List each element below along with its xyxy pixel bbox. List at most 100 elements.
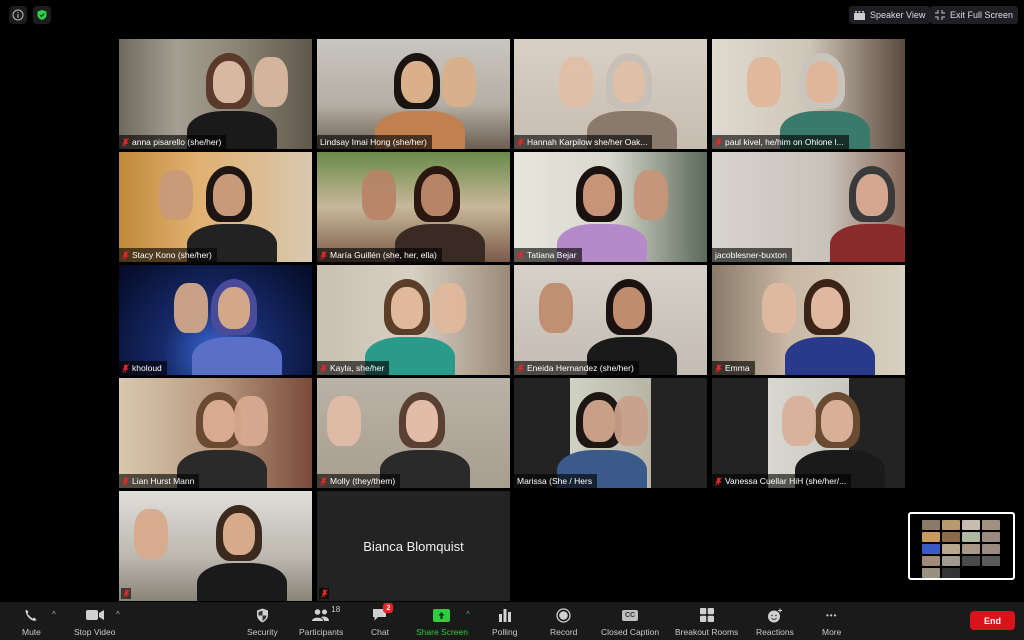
participant-name-label: paul kivel, he/him on Ohlone l... <box>712 135 849 149</box>
waving-hand <box>432 283 466 333</box>
muted-mic-icon <box>715 476 722 486</box>
participant-name: María Guillén (she, her, ella) <box>330 250 437 260</box>
waving-hand <box>762 283 796 333</box>
waving-hand <box>614 396 648 446</box>
more-button[interactable]: ••• More <box>822 606 841 638</box>
waving-hand <box>747 57 781 107</box>
participant-name: Molly (they/them) <box>330 476 396 486</box>
meeting-minimap-thumbnail[interactable] <box>908 512 1015 580</box>
reactions-button[interactable]: Reactions <box>756 606 794 637</box>
minimap-cell <box>922 556 940 566</box>
participant-name-label: Vanessa Cuellar HiH (she/her/... <box>712 474 852 488</box>
waving-hand <box>159 170 193 220</box>
participant-face <box>856 174 888 216</box>
chat-unread-badge: 2 <box>383 603 394 613</box>
muted-mic-icon <box>320 476 327 486</box>
speaker-view-button[interactable]: Speaker View <box>849 6 931 24</box>
encryption-shield-button[interactable] <box>33 6 51 24</box>
participant-name-label: Kayla, she/her <box>317 361 390 375</box>
muted-mic-icon <box>517 363 524 373</box>
participant-tile[interactable]: Eneida Hernandez (she/her) <box>514 265 707 375</box>
participants-label: Participants <box>299 627 344 637</box>
participant-tile[interactable] <box>119 491 312 601</box>
participant-face <box>583 400 615 442</box>
participant-face <box>401 61 433 103</box>
participant-video <box>514 378 707 488</box>
closed-caption-button[interactable]: CC Closed Caption <box>601 606 659 637</box>
participant-tile[interactable]: Molly (they/them) <box>317 378 510 488</box>
stop-video-button[interactable]: Stop Video <box>74 606 115 637</box>
participant-video <box>514 39 707 149</box>
participants-button[interactable]: 18 Participants <box>299 605 344 637</box>
participant-name: kholoud <box>132 363 162 373</box>
muted-mic-icon <box>320 363 327 373</box>
participant-name: Hannah Karpilow she/her Oak... <box>527 137 648 147</box>
waving-hand <box>442 57 476 107</box>
participant-tile[interactable]: Emma <box>712 265 905 375</box>
participant-tile[interactable]: Hannah Karpilow she/her Oak... <box>514 39 707 149</box>
participant-tile[interactable]: Marissa (She / Hers <box>514 378 707 488</box>
speaker-view-label: Speaker View <box>870 10 926 20</box>
participant-tile[interactable]: paul kivel, he/him on Ohlone l... <box>712 39 905 149</box>
participant-name: Stacy Kono (she/her) <box>132 250 212 260</box>
participant-face <box>391 287 423 329</box>
participant-video <box>119 39 312 149</box>
participant-name: Emma <box>725 363 750 373</box>
meeting-info-button[interactable] <box>9 6 27 24</box>
participant-name-label: Tatiana Bejar <box>514 248 582 262</box>
speaker-view-icon <box>854 10 865 20</box>
phone-audio-icon <box>26 609 37 621</box>
waving-hand <box>539 283 573 333</box>
participant-tile[interactable]: Vanessa Cuellar HiH (she/her/... <box>712 378 905 488</box>
participant-video <box>119 265 312 375</box>
participant-name: anna pisarello (she/her) <box>132 137 222 147</box>
waving-hand <box>134 509 168 559</box>
participant-name-label: Hannah Karpilow she/her Oak... <box>514 135 653 149</box>
participant-tile[interactable]: Tatiana Bejar <box>514 152 707 262</box>
participant-name-label: María Guillén (she, her, ella) <box>317 248 442 262</box>
participant-tile[interactable]: Stacy Kono (she/her) <box>119 152 312 262</box>
participant-name-label: Eneida Hernandez (she/her) <box>514 361 639 375</box>
participant-tile[interactable]: Lindsay Imai Hong (she/her) <box>317 39 510 149</box>
participant-name: Lindsay Imai Hong (she/her) <box>320 137 427 147</box>
share-options-caret[interactable]: ^ <box>466 610 470 619</box>
participant-tile[interactable]: jacoblesner-buxton <box>712 152 905 262</box>
closed-caption-icon: CC <box>622 609 639 621</box>
participant-video <box>712 378 905 488</box>
video-options-caret[interactable]: ^ <box>116 610 120 619</box>
end-meeting-button[interactable]: End <box>970 611 1015 630</box>
minimap-cell <box>922 532 940 542</box>
participant-body <box>785 337 875 375</box>
participant-tile[interactable]: Kayla, she/her <box>317 265 510 375</box>
security-label: Security <box>247 627 278 637</box>
exit-full-screen-button[interactable]: Exit Full Screen <box>930 6 1019 24</box>
muted-mic-icon <box>517 137 524 147</box>
muted-mic-icon <box>320 250 327 260</box>
share-screen-button[interactable]: Share Screen <box>416 606 468 637</box>
minimap-grid <box>922 520 1001 578</box>
minimap-cell <box>922 544 940 554</box>
breakout-rooms-button[interactable]: Breakout Rooms <box>675 606 738 637</box>
mute-button[interactable]: Mute <box>22 606 41 637</box>
security-button[interactable]: Security <box>247 606 278 637</box>
participant-tile[interactable]: María Guillén (she, her, ella) <box>317 152 510 262</box>
chat-button[interactable]: 2 Chat <box>371 603 394 637</box>
muted-mic-icon <box>122 137 129 147</box>
minimap-cell <box>942 520 960 530</box>
audio-options-caret[interactable]: ^ <box>52 610 56 619</box>
muted-mic-icon <box>122 250 129 260</box>
minimap-cell <box>982 556 1000 566</box>
participant-video <box>119 378 312 488</box>
muted-mic-icon <box>320 589 328 598</box>
record-button[interactable]: Record <box>550 606 577 637</box>
participant-tile[interactable]: Lian Hurst Mann <box>119 378 312 488</box>
waving-hand <box>327 396 361 446</box>
participant-name: Vanessa Cuellar HiH (she/her/... <box>725 476 847 486</box>
participant-tile[interactable]: Bianca Blomquist <box>317 491 510 601</box>
participant-tile[interactable]: kholoud <box>119 265 312 375</box>
waving-hand <box>782 396 816 446</box>
polling-button[interactable]: Polling <box>492 606 518 637</box>
participant-tile[interactable]: anna pisarello (she/her) <box>119 39 312 149</box>
participant-face <box>213 174 245 216</box>
participant-name-placeholder: Bianca Blomquist <box>363 538 464 554</box>
